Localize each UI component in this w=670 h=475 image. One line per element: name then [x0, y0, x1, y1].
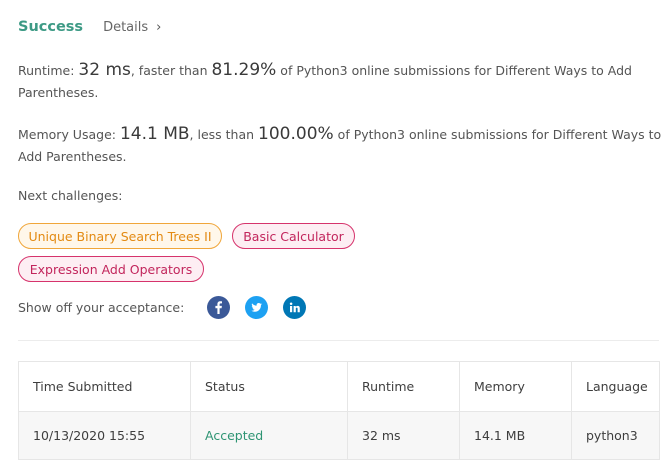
runtime-percent: 81.29% [211, 60, 277, 80]
memory-stat: Memory Usage: 14.1 MB, less than 100.00%… [18, 123, 663, 168]
runtime-label: Runtime: [18, 63, 75, 78]
memory-percent: 100.00% [258, 124, 334, 144]
submissions-table: Time Submitted Status Runtime Memory Lan… [18, 361, 660, 460]
table-row: 10/13/2020 15:55 Accepted 32 ms 14.1 MB … [18, 411, 660, 460]
share-row: Show off your acceptance: [18, 296, 184, 318]
memory-comparison: , less than [189, 127, 255, 142]
challenge-tag-expression-add-operators[interactable]: Expression Add Operators [18, 256, 204, 282]
twitter-icon[interactable] [245, 296, 268, 319]
cell-memory: 14.1 MB [459, 411, 572, 460]
runtime-stat: Runtime: 32 ms, faster than 81.29% of Py… [18, 59, 663, 104]
column-header-language: Language [571, 361, 660, 412]
cell-status-accepted-link[interactable]: Accepted [190, 411, 348, 460]
runtime-value: 32 ms [78, 60, 131, 80]
status-success-label: Success [18, 19, 84, 35]
column-header-runtime: Runtime [347, 361, 460, 412]
column-header-status: Status [190, 361, 348, 412]
runtime-comparison: , faster than [130, 63, 208, 78]
cell-runtime: 32 ms [347, 411, 460, 460]
chevron-right-icon: › [156, 19, 162, 35]
details-label: Details [103, 19, 149, 35]
section-divider [18, 340, 659, 341]
share-label: Show off your acceptance: [18, 299, 185, 315]
result-header: Success Details › [18, 17, 161, 37]
column-header-time-submitted: Time Submitted [18, 361, 191, 412]
table-header-row: Time Submitted Status Runtime Memory Lan… [18, 361, 660, 412]
cell-language: python3 [571, 411, 660, 460]
facebook-icon[interactable] [207, 296, 230, 319]
memory-value: 14.1 MB [119, 124, 190, 144]
details-link[interactable]: Details › [103, 20, 161, 35]
column-header-memory: Memory [459, 361, 572, 412]
memory-label: Memory Usage: [18, 127, 116, 142]
cell-time-submitted: 10/13/2020 15:55 [18, 411, 191, 460]
challenge-tag-basic-calculator[interactable]: Basic Calculator [232, 223, 355, 249]
linkedin-icon[interactable] [283, 296, 306, 319]
challenge-tag-unique-binary-search-trees-ii[interactable]: Unique Binary Search Trees II [18, 223, 222, 249]
next-challenges-label: Next challenges: [18, 188, 123, 203]
